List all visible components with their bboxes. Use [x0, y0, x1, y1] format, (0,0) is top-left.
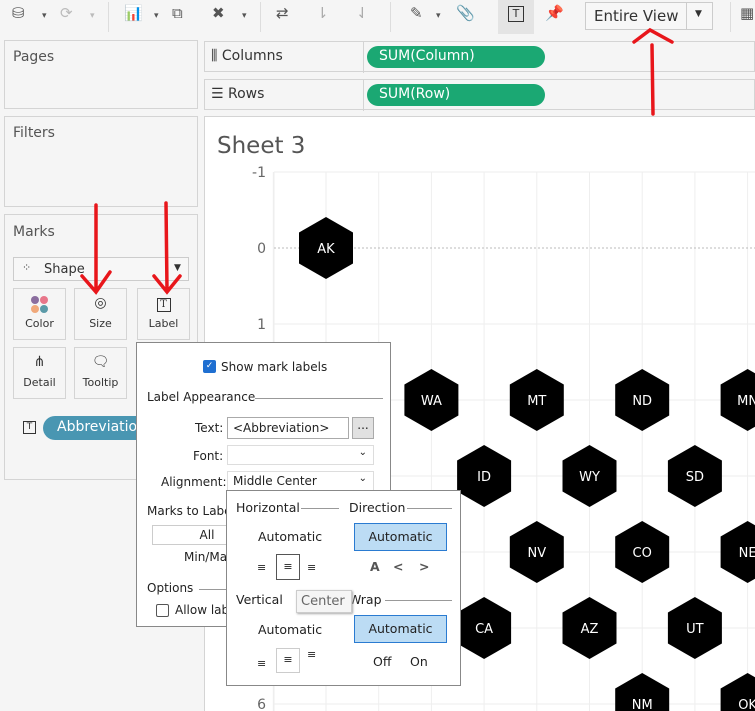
direction-horizontal-icon[interactable]: A [370, 559, 380, 574]
hex-label: NV [527, 546, 546, 561]
allow-overlap-checkbox[interactable] [156, 604, 169, 617]
y-tick-label: 1 [257, 317, 266, 333]
direction-up-icon[interactable]: < [393, 559, 403, 574]
hex-mark-ca[interactable]: CA [457, 597, 512, 659]
direction-down-icon[interactable]: > [419, 559, 429, 574]
align-bottom-icon[interactable]: ≡ [257, 657, 266, 670]
hex-mark-mt[interactable]: MT [509, 369, 564, 431]
hex-mark-ok[interactable]: OK [720, 673, 755, 711]
wrap-automatic[interactable]: Automatic [354, 615, 447, 643]
show-labels-checkbox[interactable]: ✓ [203, 360, 216, 373]
hex-label: CA [475, 622, 493, 637]
hex-mark-wa[interactable]: WA [404, 369, 459, 431]
wrap-on[interactable]: On [410, 654, 428, 669]
hex-mark-sd[interactable]: SD [667, 445, 722, 507]
hex-mark-id[interactable]: ID [457, 445, 512, 507]
y-tick-label: 0 [257, 241, 266, 257]
text-field[interactable]: <Abbreviation> [227, 417, 349, 439]
vertical-automatic[interactable]: Automatic [258, 622, 322, 637]
label-appearance-heading: Label Appearance [147, 390, 256, 404]
hex-mark-wy[interactable]: WY [562, 445, 617, 507]
hex-label: NM [632, 698, 653, 711]
hex-label: ND [632, 394, 652, 409]
options-heading: Options [147, 581, 194, 595]
hex-label: CO [633, 546, 652, 561]
hex-label: AK [317, 242, 335, 257]
hex-label: MN [737, 394, 755, 409]
hex-label: AZ [581, 622, 599, 637]
center-tooltip: Center [296, 590, 352, 613]
align-middle-icon[interactable]: ≡ [276, 648, 300, 673]
hex-label: WA [421, 394, 442, 409]
hex-mark-nd[interactable]: ND [615, 369, 670, 431]
chevron-down-icon: ⌄ [358, 447, 367, 458]
show-labels-text: Show mark labels [221, 360, 328, 374]
chevron-down-icon: ⌄ [358, 473, 367, 484]
align-top-icon[interactable]: ≡ [307, 648, 316, 661]
wrap-off[interactable]: Off [373, 654, 391, 669]
y-tick-label: -1 [252, 165, 266, 181]
direction-automatic[interactable]: Automatic [354, 523, 447, 551]
hex-mark-az[interactable]: AZ [562, 597, 617, 659]
horizontal-automatic[interactable]: Automatic [258, 529, 322, 544]
font-select[interactable]: ⌄ [227, 445, 374, 465]
align-center-icon[interactable]: ≡ [276, 554, 300, 580]
hex-mark-ak[interactable]: AK [299, 217, 353, 279]
alignment-popup: Horizontal Direction Automatic Automatic… [226, 490, 461, 686]
hex-label: ID [477, 470, 491, 485]
hex-label: SD [686, 470, 704, 485]
hex-mark-nm[interactable]: NM [615, 673, 670, 711]
alignment-label: Alignment: [161, 475, 227, 489]
wrap-heading: Wrap [349, 592, 382, 607]
align-right-icon[interactable]: ≡ [307, 561, 316, 574]
hex-label: WY [579, 470, 600, 485]
hex-label: OK [738, 698, 755, 711]
marks-to-label-heading: Marks to Label [147, 504, 235, 518]
hex-mark-nv[interactable]: NV [509, 521, 564, 583]
horizontal-heading: Horizontal [236, 500, 300, 515]
hex-mark-ne[interactable]: NE [720, 521, 755, 583]
vertical-heading: Vertical [236, 592, 283, 607]
text-field-label: Text: [195, 421, 224, 435]
edit-text-button[interactable]: ... [352, 417, 374, 439]
hex-mark-mn[interactable]: MN [720, 369, 755, 431]
alignment-select[interactable]: Middle Center ⌄ [227, 471, 374, 491]
y-tick-label: 6 [257, 697, 266, 711]
hex-label: UT [686, 622, 704, 637]
direction-heading: Direction [349, 500, 406, 515]
font-label: Font: [193, 449, 224, 463]
hex-mark-co[interactable]: CO [615, 521, 670, 583]
hex-label: NE [739, 546, 755, 561]
hex-label: MT [527, 394, 546, 409]
alignment-value: Middle Center [233, 474, 317, 488]
hex-mark-ut[interactable]: UT [667, 597, 722, 659]
align-left-icon[interactable]: ≡ [257, 561, 266, 574]
